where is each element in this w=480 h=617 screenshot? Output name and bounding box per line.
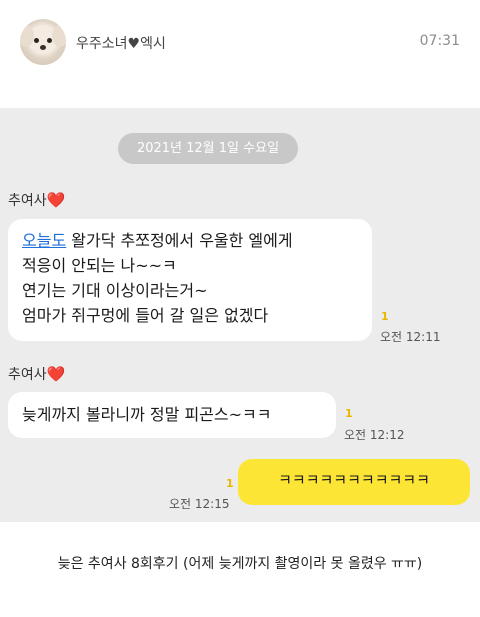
avatar-nose bbox=[40, 45, 46, 50]
post-time: 07:31 bbox=[419, 33, 460, 49]
avatar-ear-left bbox=[20, 25, 34, 47]
sender-label: 추여사 bbox=[8, 193, 47, 209]
message-line: 오늘도 왈가닥 추쪼정에서 우울한 엘에게 bbox=[22, 228, 358, 253]
sender-label: 추여사 bbox=[8, 367, 47, 383]
message-line: 연기는 기대 이상이라는거~ bbox=[22, 281, 208, 300]
message-time: 오전 12:12 bbox=[344, 428, 405, 442]
heart-icon: ❤️ bbox=[46, 191, 66, 209]
avatar-eye-left bbox=[34, 38, 39, 43]
message-time: 오전 12:11 bbox=[380, 330, 441, 344]
avatar-ear-right bbox=[52, 25, 66, 47]
message-time: 오전 12:15 bbox=[169, 497, 230, 511]
heart-icon: ❤️ bbox=[46, 365, 66, 383]
message-line: 적응이 안되는 나~~ㅋ bbox=[22, 256, 177, 275]
message-bubble[interactable]: 오늘도 왈가닥 추쪼정에서 우울한 엘에게 적응이 안되는 나~~ㅋ 연기는 기… bbox=[8, 219, 372, 341]
message-line: 늦게까지 볼라니까 정말 피곤스~ㅋㅋ bbox=[22, 405, 272, 424]
sender-name: 추여사❤️ bbox=[8, 190, 65, 210]
unread-count: 1 bbox=[226, 477, 234, 490]
sender-name: 추여사❤️ bbox=[8, 364, 65, 384]
post-caption: 늦은 추여사 8회후기 (어제 늦게까지 촬영이라 못 올렸우 ㅠㅠ) bbox=[57, 556, 423, 572]
unread-count: 1 bbox=[381, 310, 389, 323]
message-bubble[interactable]: 늦게까지 볼라니까 정말 피곤스~ㅋㅋ bbox=[8, 392, 336, 438]
profile-avatar[interactable] bbox=[20, 19, 66, 65]
message-line: 엄마가 쥐구멍에 들어 갈 일은 없겠다 bbox=[22, 306, 269, 325]
date-divider: 2021년 12월 1일 수요일 bbox=[118, 133, 298, 164]
unread-count: 1 bbox=[345, 407, 353, 420]
avatar-eye-right bbox=[47, 38, 52, 43]
message-line-text: 왈가닥 추쪼정에서 우울한 엘에게 bbox=[66, 231, 293, 250]
profile-name[interactable]: 우주소녀♥엑시 bbox=[76, 33, 166, 53]
my-message-bubble[interactable]: ㅋㅋㅋㅋㅋㅋㅋㅋㅋㅋㅋ bbox=[238, 459, 470, 505]
chat-screenshot: 2021년 12월 1일 수요일 추여사❤️ 오늘도 왈가닥 추쪼정에서 우울한… bbox=[0, 108, 480, 522]
message-link[interactable]: 오늘도 bbox=[22, 231, 66, 250]
chat-header: 우주소녀♥엑시 07:31 bbox=[0, 0, 480, 88]
